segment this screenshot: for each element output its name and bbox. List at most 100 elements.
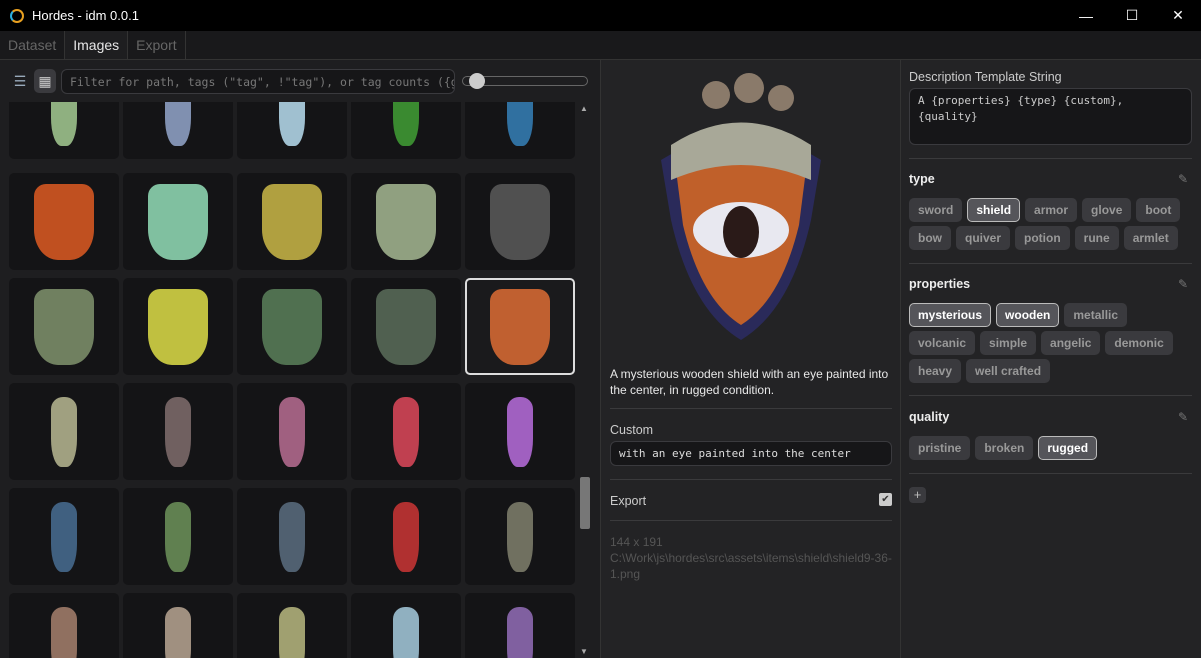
- image-meta: 144 x 191 C:\Work\js\hordes\src\assets\i…: [610, 534, 892, 582]
- maximize-button[interactable]: ☐: [1109, 0, 1155, 31]
- image-thumbnail[interactable]: [123, 173, 233, 270]
- template-input[interactable]: A {properties} {type} {custom}, {quality…: [909, 88, 1192, 145]
- image-thumbnail[interactable]: [465, 102, 575, 159]
- tag-armor[interactable]: armor: [1025, 198, 1078, 222]
- image-thumbnail[interactable]: [465, 173, 575, 270]
- image-thumbnail[interactable]: [465, 383, 575, 480]
- divider: [909, 473, 1192, 474]
- close-button[interactable]: ✕: [1155, 0, 1201, 31]
- image-thumbnail[interactable]: [9, 278, 119, 375]
- item-image: [165, 606, 191, 658]
- image-thumbnail[interactable]: [237, 173, 347, 270]
- list-view-icon[interactable]: ☰: [9, 69, 31, 93]
- tag-rugged[interactable]: rugged: [1038, 436, 1098, 460]
- tag-mysterious[interactable]: mysterious: [909, 303, 992, 327]
- tag-demonic[interactable]: demonic: [1105, 331, 1173, 355]
- tag-potion[interactable]: potion: [1015, 226, 1070, 250]
- tab-bar: Dataset Images Export: [0, 31, 1201, 60]
- item-image: [507, 606, 533, 658]
- image-thumbnail[interactable]: [465, 278, 575, 375]
- tag-quiver[interactable]: quiver: [956, 226, 1011, 250]
- edit-pencil-icon[interactable]: ✎: [1178, 410, 1188, 424]
- scroll-up-icon[interactable]: ▲: [580, 104, 588, 113]
- divider: [610, 408, 892, 409]
- image-thumbnail[interactable]: [9, 593, 119, 658]
- item-image: [51, 102, 77, 146]
- image-thumbnail[interactable]: [9, 383, 119, 480]
- tag-simple[interactable]: simple: [980, 331, 1037, 355]
- tag-heavy[interactable]: heavy: [909, 359, 962, 383]
- custom-input[interactable]: with an eye painted into the center: [610, 441, 892, 466]
- tab-images[interactable]: Images: [65, 31, 129, 59]
- tag-metallic[interactable]: metallic: [1064, 303, 1128, 327]
- thumbnail-size-slider[interactable]: [462, 73, 588, 89]
- tag-bow[interactable]: bow: [909, 226, 951, 250]
- item-image: [490, 183, 550, 260]
- item-image: [507, 396, 533, 467]
- tag-pristine[interactable]: pristine: [909, 436, 971, 460]
- export-checkbox[interactable]: ✔: [879, 493, 892, 506]
- image-grid: [9, 102, 575, 658]
- tag-glove[interactable]: glove: [1082, 198, 1132, 222]
- item-image: [165, 102, 191, 146]
- tab-dataset[interactable]: Dataset: [0, 31, 66, 59]
- image-thumbnail[interactable]: [465, 488, 575, 585]
- image-thumbnail[interactable]: [237, 278, 347, 375]
- section-title: type: [909, 172, 935, 186]
- image-thumbnail[interactable]: [237, 593, 347, 658]
- image-thumbnail[interactable]: [351, 173, 461, 270]
- add-section-button[interactable]: +: [909, 487, 926, 503]
- detail-panel: A mysterious wooden shield with an eye p…: [601, 60, 901, 658]
- tag-shield[interactable]: shield: [967, 198, 1021, 222]
- scroll-down-icon[interactable]: ▼: [580, 647, 588, 656]
- tag-sword[interactable]: sword: [909, 198, 963, 222]
- image-thumbnail[interactable]: [123, 383, 233, 480]
- image-thumbnail[interactable]: [123, 102, 233, 159]
- tag-armlet[interactable]: armlet: [1123, 226, 1178, 250]
- tag-section-properties: properties ✎ mysterious wooden metallic volca…: [909, 277, 1192, 383]
- item-image: [148, 288, 208, 365]
- tag-boot[interactable]: boot: [1136, 198, 1181, 222]
- tag-section-quality: quality ✎ pristine broken rugged: [909, 410, 1192, 460]
- scrollbar-thumb[interactable]: [580, 477, 590, 529]
- slider-knob[interactable]: [469, 73, 485, 89]
- image-thumbnail[interactable]: [9, 173, 119, 270]
- tab-export[interactable]: Export: [128, 31, 186, 59]
- item-image: [165, 501, 191, 572]
- template-label: Description Template String: [909, 70, 1062, 84]
- tag-broken[interactable]: broken: [975, 436, 1034, 460]
- tag-panel: Description Template String A {propertie…: [901, 60, 1201, 658]
- scrollbar[interactable]: ▲ ▼: [578, 102, 592, 658]
- tag-angelic[interactable]: angelic: [1041, 331, 1101, 355]
- image-thumbnail[interactable]: [237, 102, 347, 159]
- grid-view-icon[interactable]: ▦: [34, 69, 56, 93]
- image-thumbnail[interactable]: [9, 102, 119, 159]
- tag-well-crafted[interactable]: well crafted: [966, 359, 1051, 383]
- tag-volcanic[interactable]: volcanic: [909, 331, 976, 355]
- generated-description: A mysterious wooden shield with an eye p…: [610, 367, 889, 397]
- filter-input[interactable]: Filter for path, tags ("tag", !"tag"), o…: [61, 69, 455, 94]
- image-dimensions: 144 x 191: [610, 535, 663, 549]
- divider: [909, 263, 1192, 264]
- image-thumbnail[interactable]: [351, 488, 461, 585]
- image-thumbnail[interactable]: [351, 383, 461, 480]
- image-thumbnail[interactable]: [237, 383, 347, 480]
- image-thumbnail[interactable]: [465, 593, 575, 658]
- minimize-button[interactable]: —: [1063, 0, 1109, 31]
- shield-preview-image: [661, 73, 821, 340]
- edit-pencil-icon[interactable]: ✎: [1178, 172, 1188, 186]
- image-thumbnail[interactable]: [123, 593, 233, 658]
- divider: [610, 479, 892, 480]
- tag-rune[interactable]: rune: [1074, 226, 1119, 250]
- edit-pencil-icon[interactable]: ✎: [1178, 277, 1188, 291]
- image-thumbnail[interactable]: [123, 488, 233, 585]
- item-image: [34, 183, 94, 260]
- image-thumbnail[interactable]: [237, 488, 347, 585]
- image-thumbnail[interactable]: [351, 278, 461, 375]
- image-thumbnail[interactable]: [351, 102, 461, 159]
- image-thumbnail[interactable]: [351, 593, 461, 658]
- app-logo-icon: [10, 8, 24, 23]
- image-thumbnail[interactable]: [123, 278, 233, 375]
- tag-wooden[interactable]: wooden: [996, 303, 1060, 327]
- image-thumbnail[interactable]: [9, 488, 119, 585]
